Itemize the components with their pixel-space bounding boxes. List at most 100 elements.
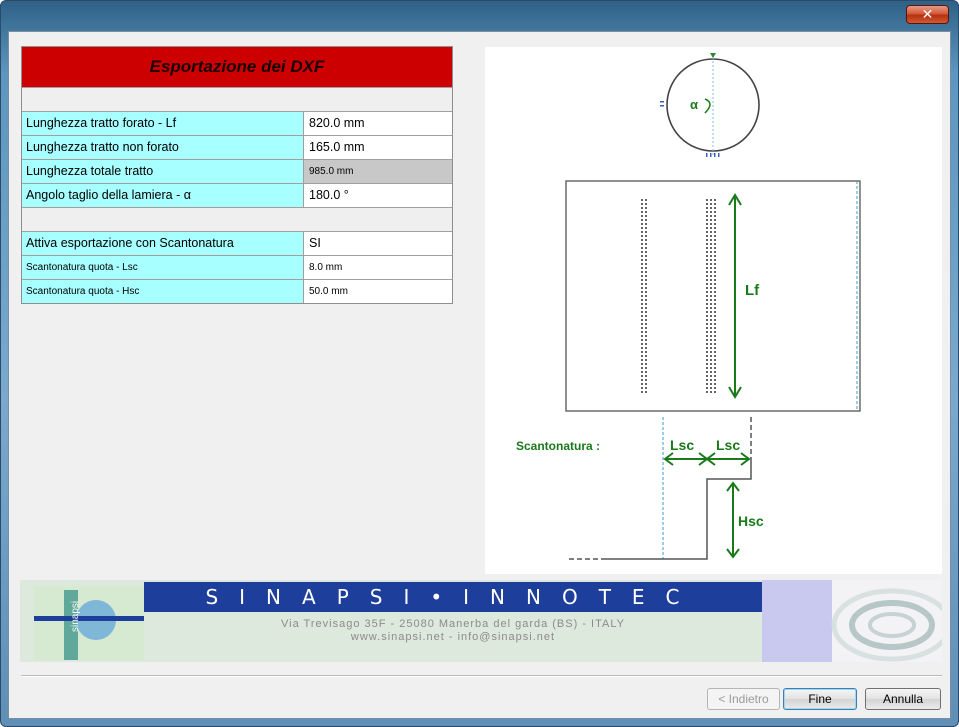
hole-dot [645, 347, 647, 349]
hole-dot [641, 331, 643, 333]
hole-dot [710, 383, 712, 385]
hole-dot [641, 279, 643, 281]
hole-dot [710, 303, 712, 305]
company-banner: sinapsi SINAPSI•INNOTEC Via Trevisago 35… [20, 580, 942, 662]
row-value[interactable]: SI [304, 232, 452, 255]
lf-label: Lf [745, 282, 760, 299]
table-spacer [22, 207, 452, 231]
footer-separator [21, 675, 942, 677]
hole-dot [706, 379, 708, 381]
hole-dot [645, 303, 647, 305]
hole-dot [714, 231, 716, 233]
hole-dot [710, 251, 712, 253]
hole-dot [714, 223, 716, 225]
hole-dot [706, 227, 708, 229]
hole-dot [706, 343, 708, 345]
hole-dot [714, 375, 716, 377]
hole-dot [710, 263, 712, 265]
hole-dot [710, 355, 712, 357]
hole-dot [710, 339, 712, 341]
hole-dot [706, 207, 708, 209]
row-value[interactable]: 820.0 mm [304, 112, 452, 135]
hole-dot [710, 315, 712, 317]
hole-dot [714, 355, 716, 357]
table-row[interactable]: Angolo taglio della lamiera - α 180.0 ° [22, 183, 452, 207]
hole-dot [641, 223, 643, 225]
hole-dot [710, 223, 712, 225]
hole-dot [645, 259, 647, 261]
hole-dot [706, 367, 708, 369]
hole-dot [706, 263, 708, 265]
hole-dot [714, 235, 716, 237]
cancel-button[interactable]: Annulla [865, 688, 941, 710]
hole-dot [714, 203, 716, 205]
hole-dot [710, 239, 712, 241]
banner-decoration [762, 580, 942, 662]
hole-dot [714, 351, 716, 353]
hole-dot [641, 383, 643, 385]
scantonatura-label: Scantonatura : [516, 439, 600, 453]
hole-dot [641, 347, 643, 349]
hole-dot [714, 367, 716, 369]
hole-dot [641, 243, 643, 245]
row-value[interactable]: 50.0 mm [304, 280, 452, 303]
hole-dot [710, 247, 712, 249]
row-value-readonly: 985.0 mm [304, 160, 452, 183]
hole-dot [714, 363, 716, 365]
hole-dot [710, 279, 712, 281]
hole-dot [641, 355, 643, 357]
row-value[interactable]: 180.0 ° [304, 184, 452, 207]
hole-dot [641, 239, 643, 241]
table-row[interactable]: Scantonatura quota - Lsc 8.0 mm [22, 255, 452, 279]
hole-dot [706, 215, 708, 217]
dxf-preview-drawing: α Lf Scantonatura : Lsc Lsc Hsc [485, 47, 942, 574]
hole-dot [706, 231, 708, 233]
back-button[interactable]: < Indietro [707, 688, 780, 710]
hole-dot [645, 203, 647, 205]
dialog-content: Esportazione dei DXF Lunghezza tratto fo… [8, 31, 951, 719]
hole-dot [641, 323, 643, 325]
finish-button[interactable]: Fine [783, 688, 857, 710]
logo-text: sinapsi [70, 601, 81, 632]
hole-dot [714, 331, 716, 333]
row-label: Lunghezza tratto non forato [22, 136, 304, 159]
row-value[interactable]: 8.0 mm [304, 256, 452, 279]
hole-dot [641, 203, 643, 205]
hole-dot [645, 327, 647, 329]
address-line: Via Trevisago 35F - 25080 Manerba del ga… [281, 618, 625, 630]
hole-dot [706, 291, 708, 293]
table-title: Esportazione dei DXF [22, 47, 452, 87]
hole-dot [645, 371, 647, 373]
hole-dot [710, 199, 712, 201]
row-label: Lunghezza tratto forato - Lf [22, 112, 304, 135]
sheet-outline [565, 180, 861, 412]
hole-dot [645, 239, 647, 241]
hole-dot [641, 379, 643, 381]
hole-dot [714, 271, 716, 273]
hole-dot [714, 359, 716, 361]
table-row[interactable]: Attiva esportazione con Scantonatura SI [22, 231, 452, 255]
close-button[interactable]: ✕ [906, 5, 949, 24]
hole-dot [714, 311, 716, 313]
hole-dot [645, 367, 647, 369]
hole-dot [710, 343, 712, 345]
hole-dot [710, 307, 712, 309]
hole-dot [706, 319, 708, 321]
hole-dot [641, 367, 643, 369]
hole-dot [710, 371, 712, 373]
hole-dot [641, 267, 643, 269]
hole-dot [645, 247, 647, 249]
hole-dot [706, 311, 708, 313]
hole-dot [710, 311, 712, 313]
table-row[interactable]: Lunghezza tratto forato - Lf 820.0 mm [22, 111, 452, 135]
hole-dot [706, 211, 708, 213]
hole-dot [706, 383, 708, 385]
row-value[interactable]: 165.0 mm [304, 136, 452, 159]
hole-dot [706, 295, 708, 297]
hole-dot [710, 351, 712, 353]
hole-dot [706, 355, 708, 357]
table-row[interactable]: Lunghezza tratto non forato 165.0 mm [22, 135, 452, 159]
hole-dot [710, 327, 712, 329]
table-row[interactable]: Scantonatura quota - Hsc 50.0 mm [22, 279, 452, 303]
hole-dot [710, 299, 712, 301]
